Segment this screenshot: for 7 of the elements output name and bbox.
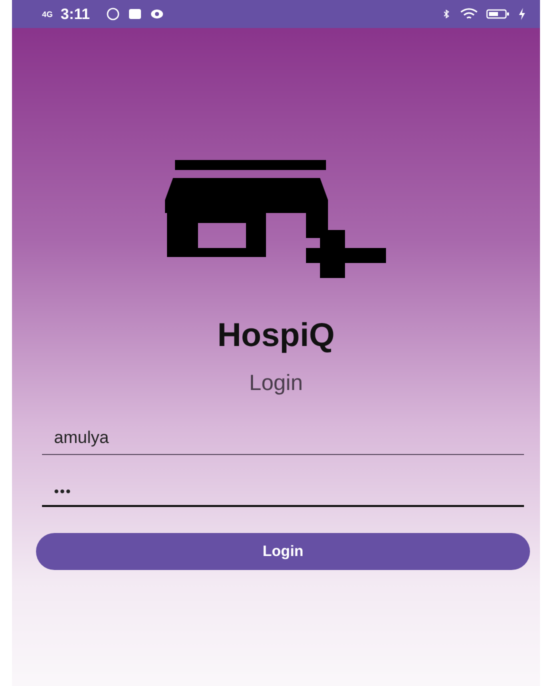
password-field[interactable]: ••• [42,477,524,507]
username-field[interactable]: amulya [42,422,524,455]
app-title: HospiQ [217,316,335,354]
status-time: 3:11 [60,6,90,22]
network-label: 4G [42,10,53,18]
login-button[interactable]: Login [36,533,530,570]
login-heading: Login [249,370,303,396]
